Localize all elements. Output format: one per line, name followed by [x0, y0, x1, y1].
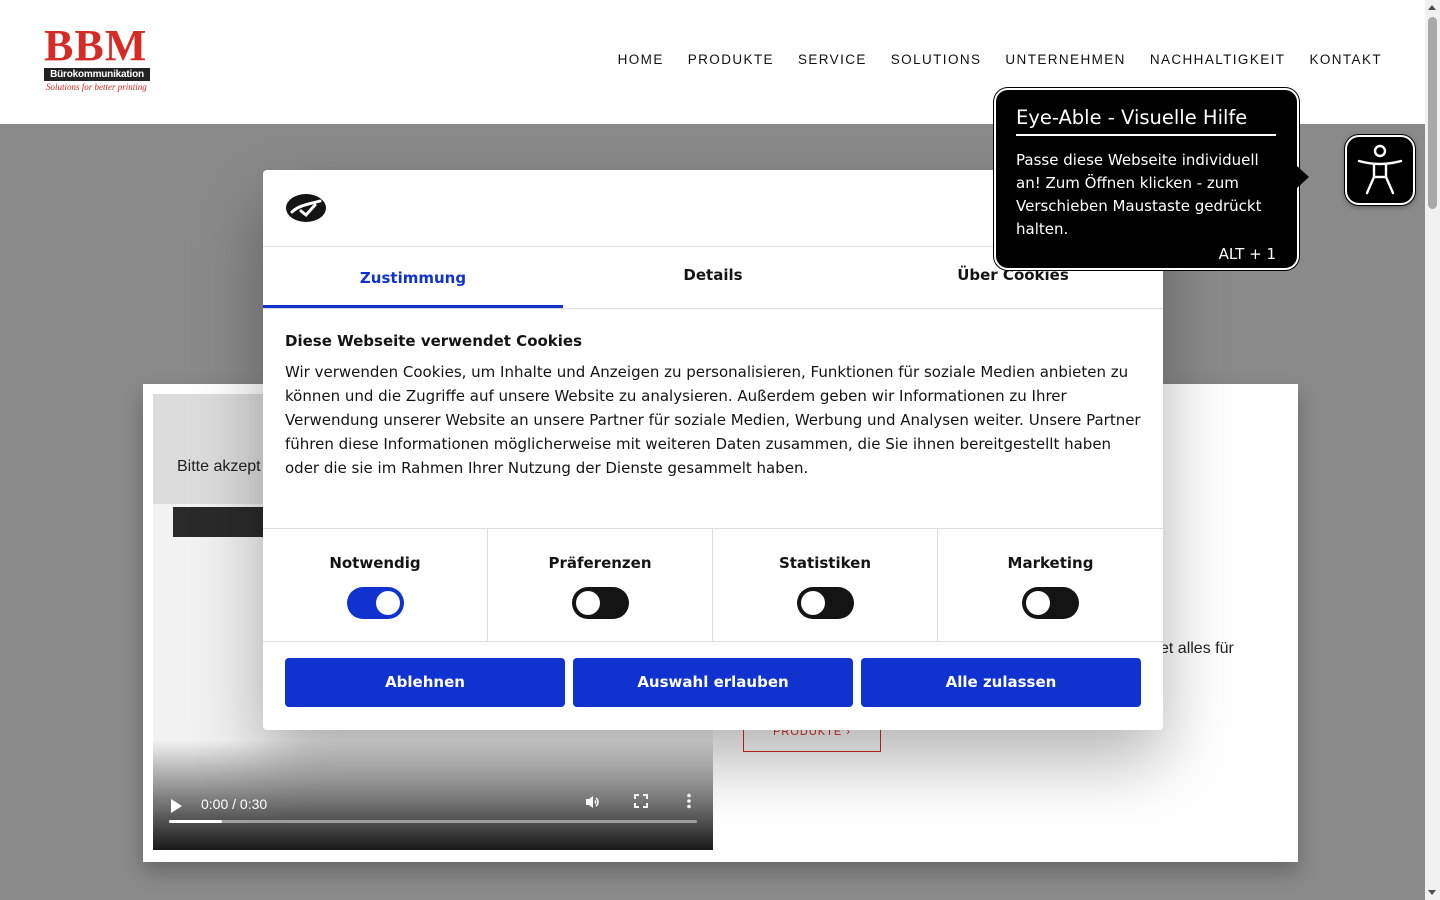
scrollbar-thumb[interactable]: [1428, 17, 1437, 209]
hero-text-fragment: et alles für: [1160, 640, 1234, 657]
category-label: Statistiken: [778, 554, 872, 572]
logo-brand: BBM: [44, 21, 148, 70]
eye-able-shortcut: ALT + 1: [1218, 245, 1276, 263]
nav-produkte[interactable]: PRODUKTE: [688, 52, 774, 67]
video-controls: 0:00 / 0:30: [153, 740, 713, 850]
nav-service[interactable]: SERVICE: [798, 52, 867, 67]
category-praeferenzen: Präferenzen: [488, 529, 713, 641]
scroll-up-icon[interactable]: [1428, 5, 1436, 10]
eye-able-tooltip: Eye-Able - Visuelle Hilfe Passe diese We…: [994, 88, 1309, 270]
eye-able-button[interactable]: [1345, 135, 1415, 205]
toggle-knob: [375, 591, 400, 615]
toggle-knob: [1026, 591, 1050, 615]
toggle-statistiken[interactable]: [796, 587, 854, 619]
toggle-knob: [575, 591, 600, 615]
dialog-title: Diese Webseite verwendet Cookies: [285, 332, 583, 350]
dialog-body: Diese Webseite verwendet Cookies Wir ver…: [263, 309, 1163, 529]
bbm-logo[interactable]: BBM Bürokommunikation Solutions for bett…: [44, 24, 152, 96]
consent-categories: Notwendig Präferenzen Statistiken Market…: [263, 529, 1163, 642]
nav-home[interactable]: HOME: [618, 52, 664, 67]
nav-solutions[interactable]: SOLUTIONS: [891, 52, 982, 67]
logo-tagline: Solutions for better printing: [46, 82, 147, 92]
logo-bar-text: Bürokommunikation: [44, 68, 150, 81]
toggle-marketing[interactable]: [1022, 587, 1079, 619]
category-label: Präferenzen: [548, 554, 652, 572]
play-icon[interactable]: [171, 799, 182, 813]
eye-able-text: Passe diese Webseite individuell an! Zum…: [1016, 151, 1262, 238]
cookiebot-logo-icon: [285, 192, 329, 228]
nav-kontakt[interactable]: KONTAKT: [1309, 52, 1382, 67]
page-scrollbar[interactable]: [1425, 0, 1440, 900]
video-progress-fill: [169, 820, 222, 823]
allow-all-button[interactable]: Alle zulassen: [861, 658, 1141, 707]
eye-able-title: Eye-Able - Visuelle Hilfe: [1016, 106, 1276, 136]
dialog-text: Wir verwenden Cookies, um Inhalte und An…: [285, 363, 1141, 477]
toggle-knob: [800, 591, 825, 615]
category-marketing: Marketing: [938, 529, 1163, 641]
decline-button[interactable]: Ablehnen: [285, 658, 565, 707]
category-label: Notwendig: [329, 554, 421, 572]
tab-details[interactable]: Details: [563, 247, 863, 308]
toggle-praeferenzen[interactable]: [571, 587, 629, 619]
category-label: Marketing: [1007, 554, 1094, 572]
scroll-down-icon[interactable]: [1428, 890, 1436, 895]
category-notwendig: Notwendig: [263, 529, 488, 641]
consent-actions: Ablehnen Auswahl erlauben Alle zulassen: [263, 642, 1163, 723]
video-progress-track[interactable]: [169, 820, 697, 823]
more-options-icon[interactable]: [679, 793, 699, 813]
category-statistiken: Statistiken: [713, 529, 938, 641]
video-time: 0:00 / 0:30: [201, 796, 268, 812]
toggle-notwendig[interactable]: [346, 587, 404, 619]
main-nav: HOME PRODUKTE SERVICE SOLUTIONS UNTERNEH…: [618, 52, 1382, 67]
accessibility-person-icon: [1357, 144, 1403, 195]
tab-zustimmung[interactable]: Zustimmung: [263, 247, 563, 308]
allow-selection-button[interactable]: Auswahl erlauben: [573, 658, 853, 707]
video-notice-text: Bitte akzept: [177, 458, 261, 475]
nav-nachhaltigkeit[interactable]: NACHHALTIGKEIT: [1150, 52, 1286, 67]
fullscreen-icon[interactable]: [631, 793, 651, 813]
volume-icon[interactable]: [583, 793, 603, 815]
nav-unternehmen[interactable]: UNTERNEHMEN: [1005, 52, 1125, 67]
